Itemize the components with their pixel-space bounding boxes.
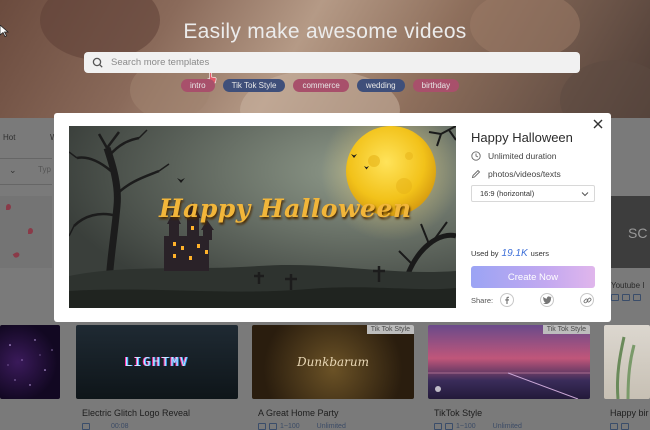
used-by-prefix: Used by [471,249,499,258]
meta-count: 1~100 [280,423,300,430]
share-label: Share: [471,296,494,305]
format-icon [633,294,641,301]
search-input[interactable] [111,57,511,68]
facebook-icon[interactable] [500,293,514,307]
template-card[interactable]: Tik Tok Style [428,325,590,399]
usage-count: Used by 19.1K users [471,248,549,259]
pencil-icon [471,169,481,179]
card-art-text: SC [628,225,648,241]
search-icon [92,57,103,68]
meta-duration: 00:08 [111,423,129,430]
close-icon[interactable] [592,118,604,130]
category-badge: Tik Tok Style [366,325,414,334]
template-card[interactable]: Tik Tok Style Dunkbarum [252,325,414,399]
template-card[interactable] [0,325,60,399]
link-icon[interactable] [580,293,594,307]
tag-list: intro Tik Tok Style commerce wedding bir… [181,79,460,92]
duration-text: Unlimited duration [488,151,557,161]
template-card[interactable]: LIGHTMV [76,325,238,399]
meta-duration: Unlimited [316,423,346,430]
chevron-down-icon[interactable]: ⌄ [9,165,17,176]
card-meta [610,423,629,430]
template-search-bar[interactable] [84,52,580,73]
card-art-text: LIGHTMV [124,355,190,369]
meta-duration: Unlimited [492,423,522,430]
format-icon [82,423,90,430]
petal-decoration [6,204,11,210]
tag-birthday[interactable]: birthday [412,79,460,92]
card-meta-icons [611,294,641,301]
media-types-text: photos/videos/texts [488,169,561,179]
format-icon [610,423,618,430]
card-title: Youtube I [611,281,645,290]
feature-media: photos/videos/texts [471,169,561,179]
template-preview-modal: Happy Halloween Happy Halloween Unlimite… [54,113,611,322]
petal-decoration [28,228,33,234]
aspect-ratio-select[interactable]: 16:9 (horizontal) [471,185,595,202]
used-by-suffix: users [530,249,549,258]
feature-duration: Unlimited duration [471,151,557,161]
card-art-text: Dunkbarum [296,355,370,369]
used-by-number: 19.1K [501,248,528,259]
format-icon [611,294,619,301]
create-now-button[interactable]: Create Now [471,266,595,288]
format-icon [445,423,453,430]
sunset-art [428,372,590,399]
divider [0,184,52,185]
format-icon [258,423,266,430]
template-title: Happy Halloween [471,130,573,145]
card-meta: 1~100 Unlimited [258,423,346,430]
card-meta: 1~100 Unlimited [434,423,522,430]
card-title: A Great Home Party [258,408,339,418]
tag-tiktok-style[interactable]: Tik Tok Style [222,79,286,92]
sparkle-art [7,339,53,386]
preview-title-text: Happy Halloween [159,194,412,223]
card-meta: 00:08 [82,423,129,430]
tag-intro[interactable]: intro [181,79,215,92]
meta-count: 1~100 [456,423,476,430]
card-title: Happy bir [610,408,649,418]
nav-tab-hot[interactable]: Hot [3,133,15,142]
twitter-icon[interactable] [540,293,554,307]
format-icon [269,423,277,430]
tag-commerce[interactable]: commerce [293,79,349,92]
format-icon [622,294,630,301]
card-title: TikTok Style [434,408,483,418]
chevron-down-icon [581,191,589,196]
tag-wedding[interactable]: wedding [356,79,405,92]
format-icon [434,423,442,430]
format-icon [621,423,629,430]
aspect-ratio-value: 16:9 (horizontal) [480,189,535,198]
video-preview[interactable]: Happy Halloween [69,126,456,308]
divider [0,158,52,159]
filter-type-partial[interactable]: Typ [38,165,51,174]
category-badge: Tik Tok Style [542,325,590,334]
hero-title: Easily make awesome videos [183,20,467,43]
clock-icon [471,151,481,161]
plant-art [616,336,636,399]
card-title: Electric Glitch Logo Reveal [82,408,191,418]
template-card[interactable] [604,325,650,399]
